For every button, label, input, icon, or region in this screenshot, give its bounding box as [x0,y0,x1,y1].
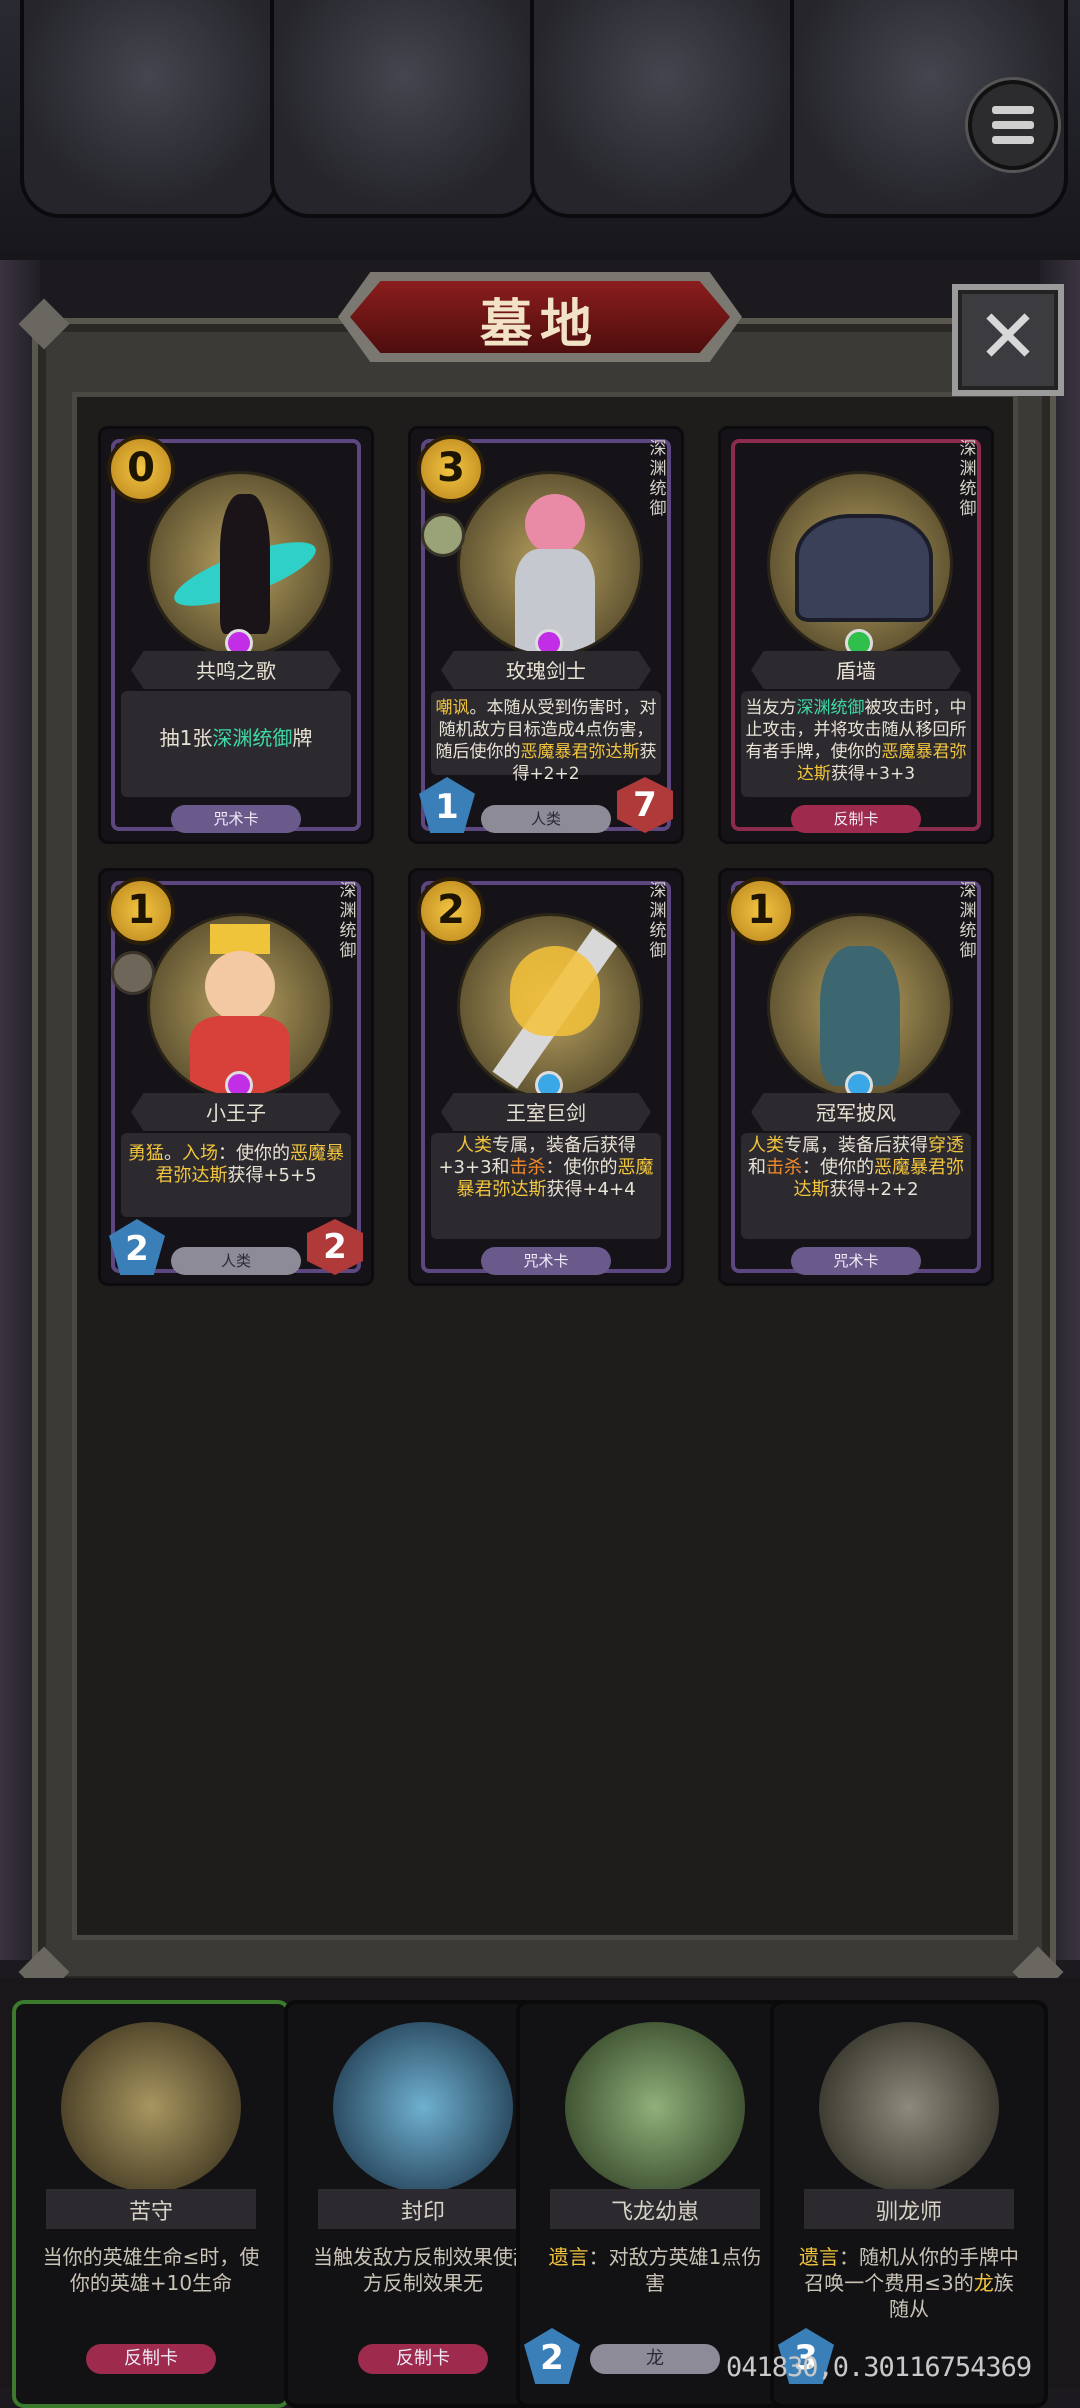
card-art [565,2022,745,2192]
faction-label: 深渊统御 [959,439,977,519]
card-description: 遗言：对敌方英雄1点伤害 [548,2245,762,2295]
cost-gem: 3 [417,435,485,503]
card-type: 咒术卡 [481,1247,611,1275]
graveyard-card[interactable]: 1 深渊统御 冠军披风 人类专属，装备后获得穿透和击杀：使你的恶魔暴君弥达斯获得… [718,868,994,1286]
menu-icon [992,136,1034,144]
title-banner: 墓地 [338,272,742,362]
close-icon: ✕ [976,294,1039,380]
arena-tile [270,0,538,218]
card-type: 反制卡 [358,2344,488,2374]
faction-label: 深渊统御 [649,439,667,519]
card-description: 当触发敌方反制效果使敌方反制效果无 [313,2245,533,2295]
card-name: 共鸣之歌 [196,659,276,683]
graveyard-card[interactable]: 2 深渊统御 王室巨剑 人类专属，装备后获得+3+3和击杀：使你的恶魔暴君弥达斯… [408,868,684,1286]
page-title: 墓地 [479,295,600,355]
card-name: 冠军披风 [816,1101,896,1125]
cost-gem: 1 [107,877,175,945]
close-button[interactable]: ✕ [952,284,1064,396]
card-description: 人类专属，装备后获得穿透和击杀：使你的恶魔暴君弥达斯获得+2+2 [748,1135,964,1200]
card-description: 嘲讽。本随从受到伤害时，对随机敌方目标造成4点伤害，随后使你的恶魔暴君弥达斯获得… [435,698,657,784]
cost-gem: 0 [107,435,175,503]
graveyard-card[interactable]: 1 深渊统御 小王子 勇猛。入场：使你的恶魔暴君弥达斯获得+5+5 人类 2 2 [98,868,374,1286]
card-art [333,2022,513,2192]
graveyard-card[interactable]: 深渊统御 盾墙 当友方深渊统御被攻击时，中止攻击，并将攻击随从移回所有者手牌，使… [718,426,994,844]
arena-background [0,0,1080,260]
card-type: 咒术卡 [791,1247,921,1275]
menu-icon [992,121,1034,129]
card-name: 王室巨剑 [506,1101,586,1125]
faction-label: 深渊统御 [339,881,357,961]
card-name: 飞龙幼崽 [610,2200,699,2225]
hand-card[interactable]: 驯龙师 遗言：随机从你的手牌中召唤一个费用≤3的龙族随从 3 [770,2000,1048,2408]
card-type: 咒术卡 [171,805,301,833]
graveyard-card[interactable]: 0 共鸣之歌 抽1张深渊统御牌 咒术卡 [98,426,374,844]
menu-button[interactable] [968,80,1058,170]
valor-icon [111,951,155,995]
cost-gem: 2 [417,877,485,945]
cost-gem: 1 [727,877,795,945]
card-name: 盾墙 [836,659,876,683]
card-description: 抽1张深渊统御牌 [159,726,313,750]
arena-tile [20,0,278,218]
debug-readout: 041830,0.30116754369 [726,2352,1032,2383]
card-type: 反制卡 [791,805,921,833]
taunt-icon [421,513,465,557]
card-name: 封印 [400,2200,445,2225]
card-type: 反制卡 [86,2344,216,2374]
card-description: 当友方深渊统御被攻击时，中止攻击，并将攻击随从移回所有者手牌，使你的恶魔暴君弥达… [745,698,967,784]
menu-icon [992,106,1034,114]
card-description: 遗言：随机从你的手牌中召唤一个费用≤3的龙族随从 [799,2245,1019,2321]
card-type: 人类 [171,1247,301,1275]
card-type: 龙 [590,2344,720,2374]
arena-tile [530,0,798,218]
card-art [819,2022,999,2192]
card-description: 当你的英雄生命≤时，使你的英雄+10生命 [42,2245,260,2295]
card-name: 小王子 [206,1101,266,1125]
hand-card[interactable]: 苦守 当你的英雄生命≤时，使你的英雄+10生命 反制卡 [12,2000,290,2408]
faction-label: 深渊统御 [959,881,977,961]
card-name: 玫瑰剑士 [506,659,586,683]
card-type: 人类 [481,805,611,833]
card-name: 苦守 [128,2200,173,2225]
card-description: 勇猛。入场：使你的恶魔暴君弥达斯获得+5+5 [128,1143,344,1186]
hand-card[interactable]: 飞龙幼崽 遗言：对敌方英雄1点伤害 龙 2 [516,2000,794,2408]
graveyard-card[interactable]: 3 深渊统御 玫瑰剑士 嘲讽。本随从受到伤害时，对随机敌方目标造成4点伤害，随后… [408,426,684,844]
card-name: 驯龙师 [875,2200,942,2225]
card-art [61,2022,241,2192]
faction-label: 深渊统御 [649,881,667,961]
attack-value: 2 [524,2328,580,2384]
card-description: 人类专属，装备后获得+3+3和击杀：使你的恶魔暴君弥达斯获得+4+4 [438,1135,654,1200]
